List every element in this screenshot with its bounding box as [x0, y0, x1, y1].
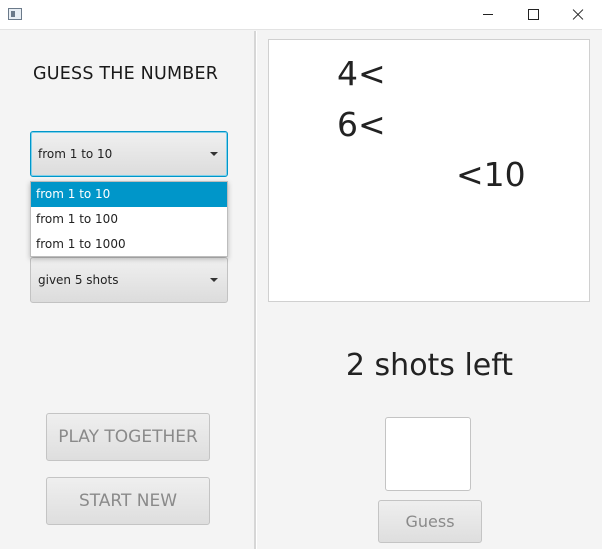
chevron-down-icon — [210, 278, 218, 282]
range-option-1-1000[interactable]: from 1 to 1000 — [31, 232, 227, 257]
range-combo-value: from 1 to 10 — [38, 147, 113, 161]
shots-combo[interactable]: given 5 shots — [30, 257, 228, 303]
chevron-down-icon — [210, 152, 218, 156]
range-dropdown-list: from 1 to 10 from 1 to 100 from 1 to 100… — [30, 181, 228, 257]
shots-combo-value: given 5 shots — [38, 273, 119, 287]
close-icon[interactable] — [555, 0, 601, 30]
shots-left-label: 2 shots left — [345, 348, 514, 383]
history-entry: 4< — [337, 54, 386, 93]
app-icon — [8, 8, 22, 20]
history-entry: <10 — [456, 155, 526, 194]
play-together-button[interactable]: PLAY TOGETHER — [46, 413, 210, 461]
history-entry: 6< — [337, 105, 386, 144]
start-new-button[interactable]: START NEW — [46, 477, 210, 525]
range-option-1-10[interactable]: from 1 to 10 — [31, 182, 227, 207]
guess-button[interactable]: Guess — [378, 500, 482, 543]
game-panel: 4< 6< <10 2 shots left Guess — [257, 31, 602, 549]
split-divider[interactable] — [254, 31, 257, 549]
guess-input[interactable] — [385, 417, 471, 491]
range-option-1-100[interactable]: from 1 to 100 — [31, 207, 227, 232]
settings-panel: GUESS THE NUMBER from 1 to 10 from 1 to … — [0, 31, 253, 549]
maximize-icon[interactable] — [510, 0, 556, 30]
minimize-icon[interactable] — [465, 0, 511, 30]
game-title: GUESS THE NUMBER — [33, 64, 219, 84]
range-combo[interactable]: from 1 to 10 — [30, 131, 228, 177]
guess-history: 4< 6< <10 — [268, 39, 590, 302]
title-bar — [0, 0, 602, 30]
